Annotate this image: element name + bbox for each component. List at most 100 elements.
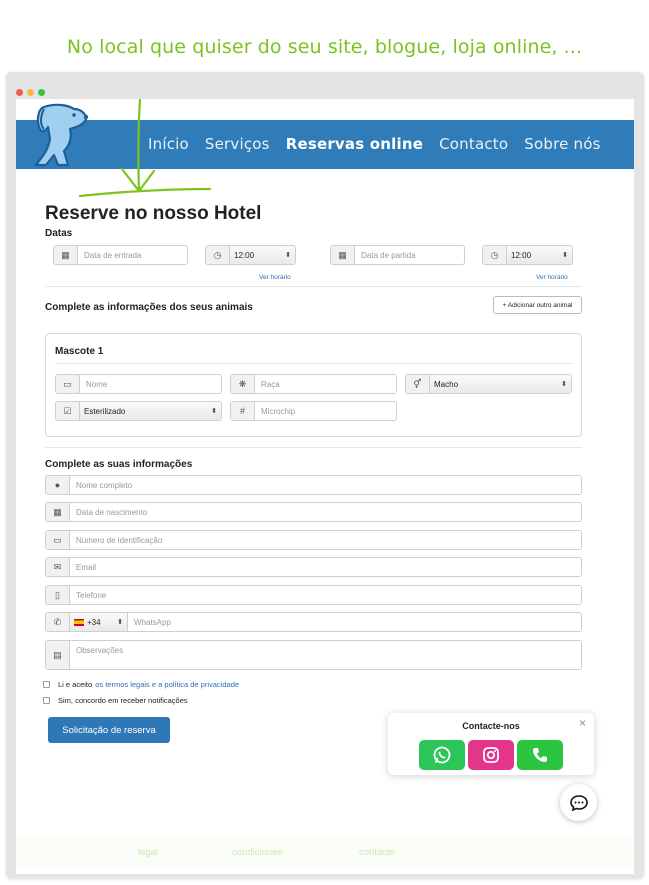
phone-icon xyxy=(533,748,547,762)
user-icon: ● xyxy=(46,476,70,494)
pet-microchip-field[interactable]: # Microchip xyxy=(230,401,397,421)
footer-link-condiciones[interactable]: condiciones xyxy=(232,847,282,858)
dates-label: Datas xyxy=(45,228,73,239)
paw-icon: ❋ xyxy=(231,375,255,393)
close-dot[interactable] xyxy=(16,89,23,96)
notes-textarea[interactable]: Observações xyxy=(70,641,581,669)
birthdate-input[interactable]: Data de nascimento xyxy=(70,503,581,521)
owner-section-title: Complete as suas informações xyxy=(45,459,193,470)
instagram-icon xyxy=(483,747,499,763)
select-caret-icon: ⬍ xyxy=(211,408,217,415)
whatsapp-icon xyxy=(433,746,451,764)
nav-reservas-online[interactable]: Reservas online xyxy=(286,135,423,153)
clock-icon: ◷ xyxy=(206,246,230,264)
nav-sobre-nos[interactable]: Sobre nós xyxy=(524,135,600,153)
calendar-icon: ▦ xyxy=(54,246,78,264)
fullname-field[interactable]: ● Nome completo xyxy=(45,475,582,495)
divider xyxy=(45,286,582,287)
whatsapp-field[interactable]: ✆ +34 ⬍ WhatsApp xyxy=(45,612,582,632)
pet-sterilized-field[interactable]: ☑ Esterilizado ⬍ xyxy=(55,401,222,421)
whatsapp-icon: ✆ xyxy=(46,613,70,631)
birthdate-field[interactable]: ▦ Data de nascimento xyxy=(45,502,582,522)
contact-widget: Contacte-nos × xyxy=(388,713,594,775)
gender-icon: ⚥ xyxy=(406,375,430,393)
minimize-dot[interactable] xyxy=(27,89,34,96)
envelope-icon: ✉ xyxy=(46,558,70,576)
divider xyxy=(55,363,572,364)
pet-microchip-input[interactable]: Microchip xyxy=(255,402,396,420)
phone-button[interactable] xyxy=(517,740,563,770)
spain-flag-icon xyxy=(74,618,84,626)
view-schedule-link-checkin[interactable]: Ver horário xyxy=(259,274,291,281)
email-input[interactable]: Email xyxy=(70,558,581,576)
mobile-icon: ▯ xyxy=(46,586,70,604)
checkin-time-field[interactable]: ◷ 12:00 ⬍ xyxy=(205,245,296,265)
pet-title: Mascote 1 xyxy=(55,346,104,357)
checkout-date-input[interactable]: Data de partida xyxy=(355,246,464,264)
whatsapp-button[interactable] xyxy=(419,740,465,770)
chat-bubble-icon xyxy=(569,794,588,811)
select-caret-icon: ⬍ xyxy=(561,381,567,388)
notifications-label: Sim, concordo em receber notificações xyxy=(58,696,188,705)
id-card-icon: ▭ xyxy=(46,531,70,549)
nav-contacto[interactable]: Contacto xyxy=(439,135,508,153)
checkout-date-field[interactable]: ▦ Data de partida xyxy=(330,245,465,265)
tagline: No local que quiser do seu site, blogue,… xyxy=(66,36,583,58)
instagram-button[interactable] xyxy=(468,740,514,770)
pet-name-field[interactable]: ▭ Nome xyxy=(55,374,222,394)
footer-link-contacto[interactable]: contacto xyxy=(359,847,395,858)
footer-link-legal[interactable]: legal xyxy=(138,847,158,858)
notifications-checkbox-row[interactable]: Sim, concordo em receber notificações xyxy=(43,696,188,705)
terms-checkbox[interactable] xyxy=(43,681,50,688)
chat-button[interactable] xyxy=(560,784,597,821)
terms-link[interactable]: os termos legais e a política de privaci… xyxy=(95,680,239,689)
pet-sterilized-value: Esterilizado xyxy=(84,406,126,416)
calendar-icon: ▦ xyxy=(46,503,70,521)
checkin-time-select[interactable]: 12:00 ⬍ xyxy=(230,246,295,264)
close-icon[interactable]: × xyxy=(579,716,586,730)
view-schedule-link-checkout[interactable]: Ver horário xyxy=(536,274,568,281)
pet-breed-field[interactable]: ❋ Raça xyxy=(230,374,397,394)
pet-breed-input[interactable]: Raça xyxy=(255,375,396,393)
checkin-date-input[interactable]: Data de entrada xyxy=(78,246,187,264)
country-code-select[interactable]: +34 ⬍ xyxy=(70,613,128,631)
email-field[interactable]: ✉ Email xyxy=(45,557,582,577)
document-icon: ▤ xyxy=(46,641,70,669)
id-number-input[interactable]: Número de identificação xyxy=(70,531,581,549)
phone-input[interactable]: Telefone xyxy=(70,586,581,604)
id-number-field[interactable]: ▭ Número de identificação xyxy=(45,530,582,550)
pets-section-title: Complete as informações dos seus animais xyxy=(45,302,253,313)
add-pet-button[interactable]: + Adicionar outro animal xyxy=(493,296,582,314)
fullname-input[interactable]: Nome completo xyxy=(70,476,581,494)
pet-name-input[interactable]: Nome xyxy=(80,375,221,393)
pet-sex-field[interactable]: ⚥ Macho ⬍ xyxy=(405,374,572,394)
country-code-value: +34 xyxy=(87,617,101,627)
checkout-time-select[interactable]: 12:00 ⬍ xyxy=(507,246,572,264)
checkin-date-field[interactable]: ▦ Data de entrada xyxy=(53,245,188,265)
whatsapp-input[interactable]: WhatsApp xyxy=(128,613,581,631)
divider xyxy=(45,447,582,448)
clock-icon: ◷ xyxy=(483,246,507,264)
id-card-icon: ▭ xyxy=(56,375,80,393)
select-caret-icon: ⬍ xyxy=(285,252,291,259)
pet-sterilized-select[interactable]: Esterilizado ⬍ xyxy=(80,402,221,420)
checkout-time-field[interactable]: ◷ 12:00 ⬍ xyxy=(482,245,573,265)
hand-drawn-arrow-icon xyxy=(78,99,212,198)
terms-label: Li e aceito xyxy=(58,680,93,689)
submit-reservation-button[interactable]: Solicitação de reserva xyxy=(48,717,170,743)
notes-field[interactable]: ▤ Observações xyxy=(45,640,582,670)
maximize-dot[interactable] xyxy=(38,89,45,96)
select-caret-icon: ⬍ xyxy=(117,619,123,626)
terms-checkbox-row[interactable]: Li e aceito os termos legais e a polític… xyxy=(43,680,239,689)
footer: legal condiciones contacto xyxy=(16,835,634,866)
pet-sex-select[interactable]: Macho ⬍ xyxy=(430,375,571,393)
pet-sex-value: Macho xyxy=(434,379,459,389)
checkout-time-value: 12:00 xyxy=(511,250,532,260)
notifications-checkbox[interactable] xyxy=(43,697,50,704)
contact-title: Contacte-nos xyxy=(462,721,520,731)
hash-icon: # xyxy=(231,402,255,420)
checkin-time-value: 12:00 xyxy=(234,250,255,260)
checkbox-icon: ☑ xyxy=(56,402,80,420)
phone-field[interactable]: ▯ Telefone xyxy=(45,585,582,605)
page-title: Reserve no nosso Hotel xyxy=(45,203,262,224)
